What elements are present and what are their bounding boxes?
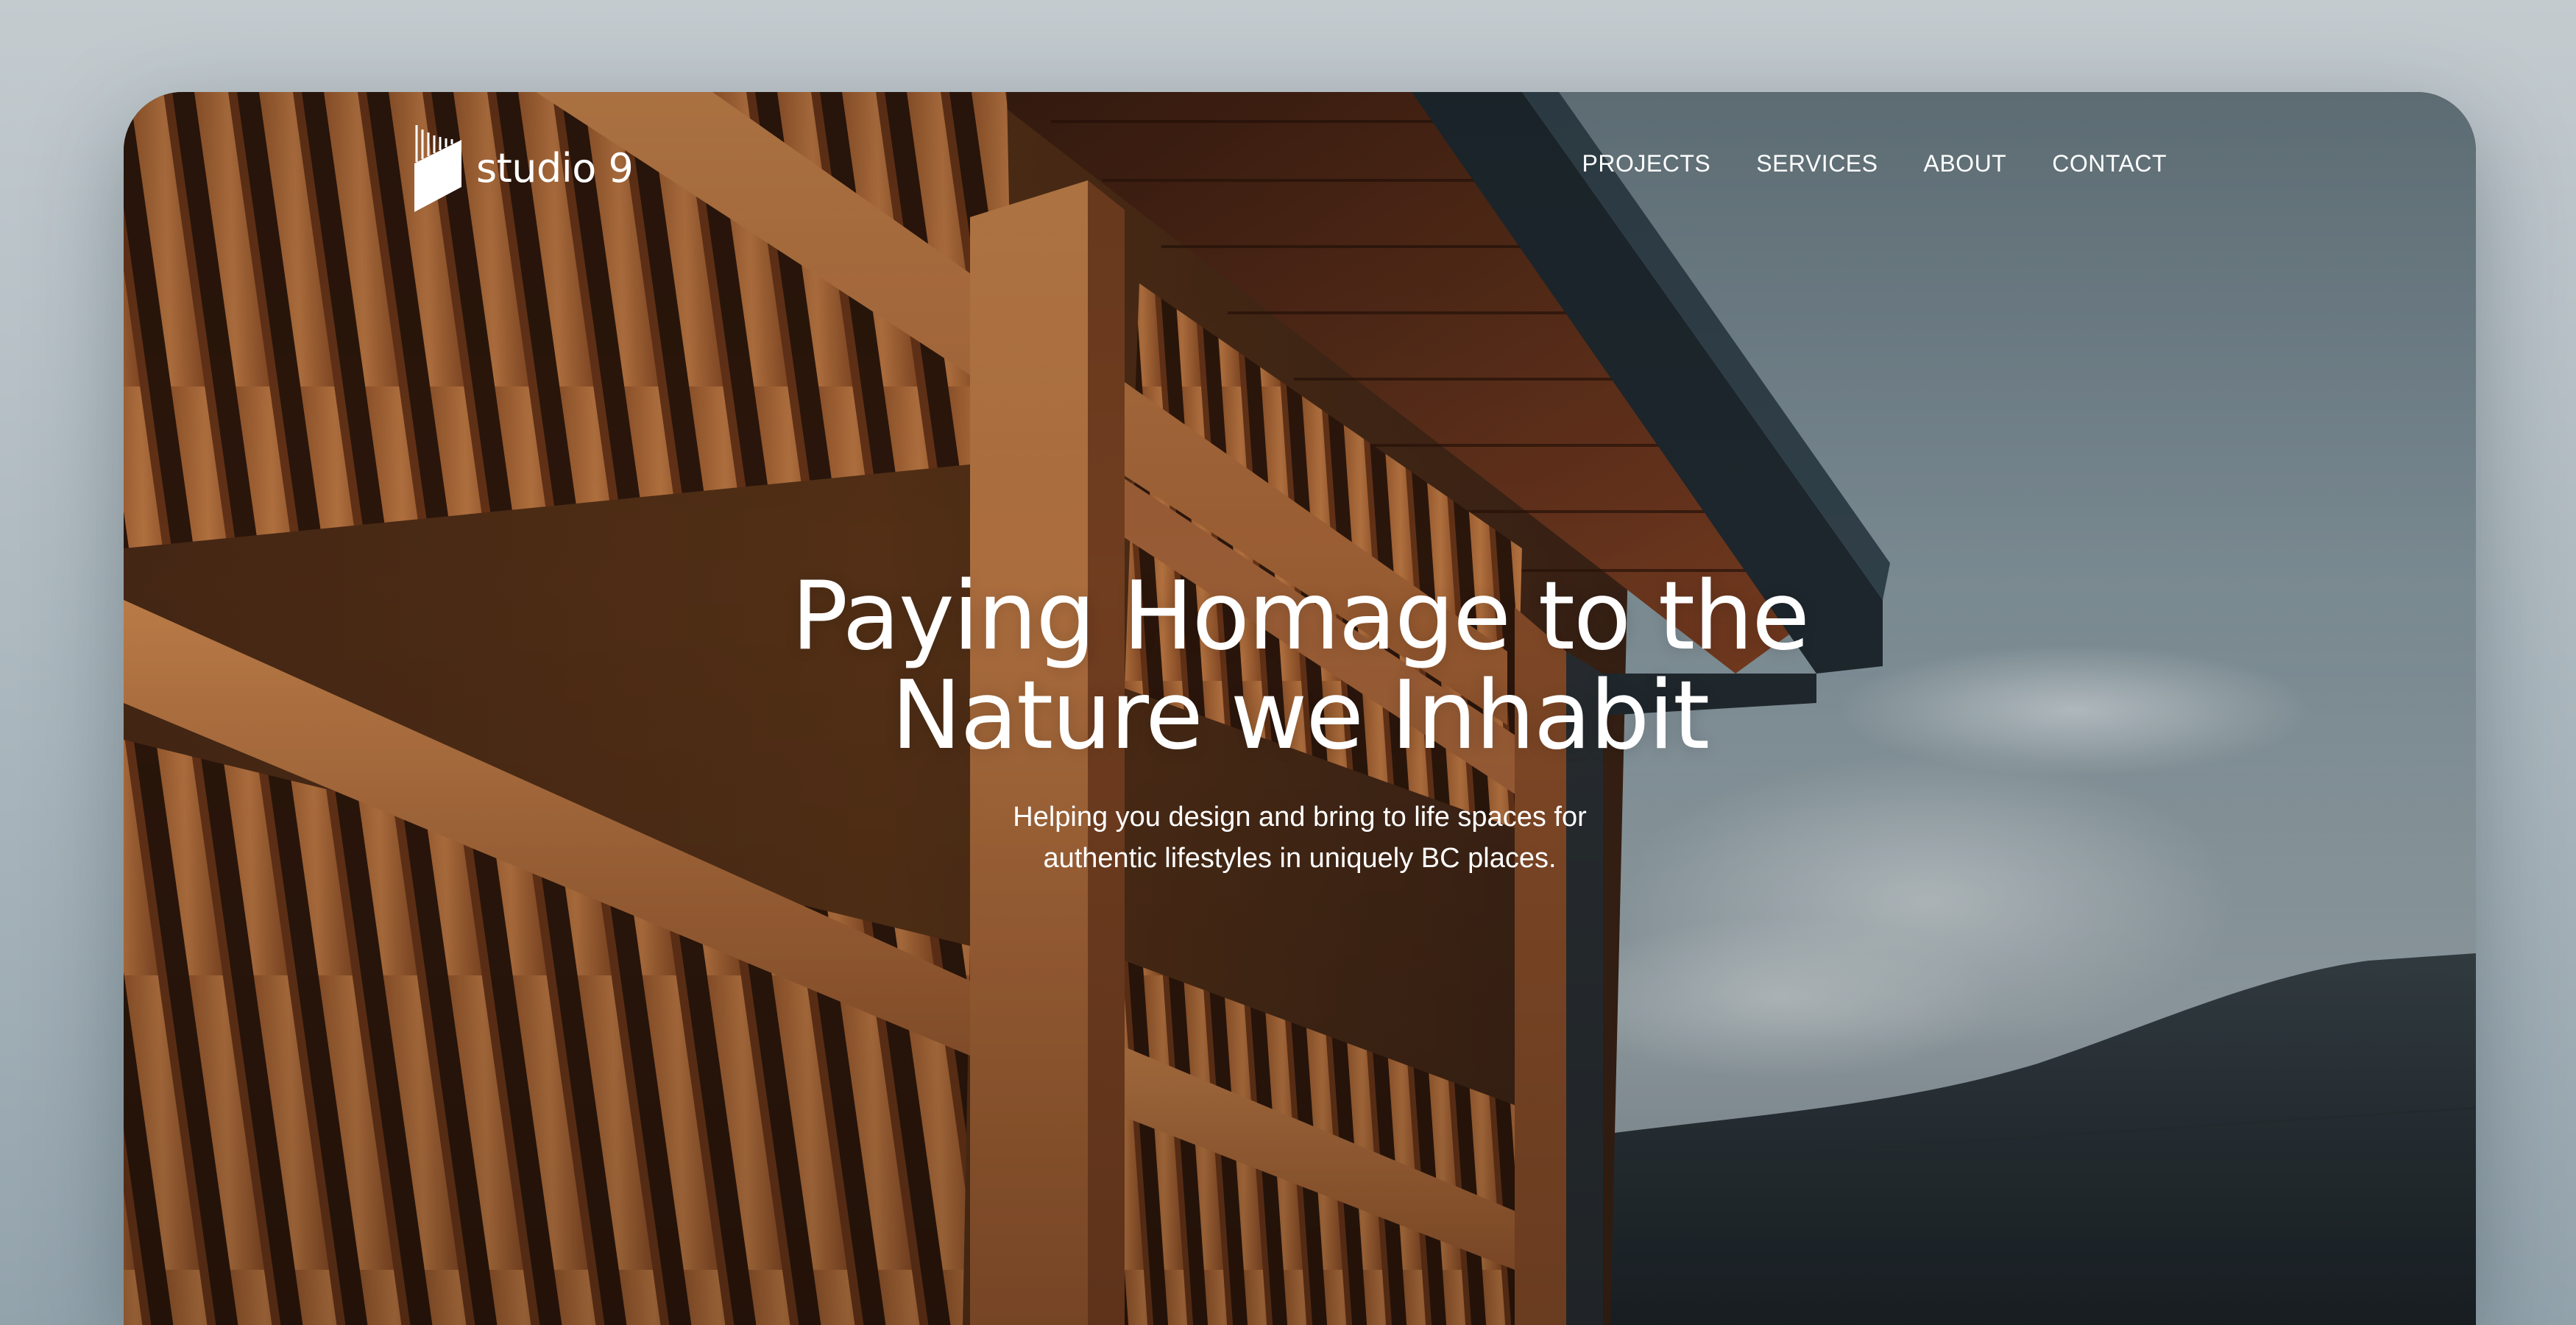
brand-logo-link[interactable]: studio 9 bbox=[414, 125, 634, 212]
hero-title: Paying Homage to the Nature we Inhabit bbox=[748, 567, 1852, 766]
studio9-logo-icon bbox=[414, 125, 461, 212]
brand-name: studio 9 bbox=[476, 145, 634, 191]
hero-subtitle-line-1: Helping you design and bring to life spa… bbox=[1013, 802, 1587, 833]
nav-link-projects[interactable]: PROJECTS bbox=[1582, 149, 1711, 177]
hero-subtitle-line-2: authentic lifestyles in uniquely BC plac… bbox=[1043, 843, 1557, 874]
hero-subtitle: Helping you design and bring to life spa… bbox=[969, 796, 1631, 879]
hero-title-line-2: Nature we Inhabit bbox=[891, 661, 1710, 771]
hero-frame: studio 9 PROJECTS SERVICES ABOUT CONTACT… bbox=[124, 92, 2476, 1325]
main-nav: PROJECTS SERVICES ABOUT CONTACT bbox=[1582, 149, 2167, 177]
hero-title-line-1: Paying Homage to the bbox=[791, 562, 1810, 671]
nav-link-contact[interactable]: CONTACT bbox=[2052, 149, 2167, 177]
nav-link-services[interactable]: SERVICES bbox=[1756, 149, 1878, 177]
hero-content: Paying Homage to the Nature we Inhabit H… bbox=[124, 567, 2476, 879]
nav-link-about[interactable]: ABOUT bbox=[1923, 149, 2006, 177]
